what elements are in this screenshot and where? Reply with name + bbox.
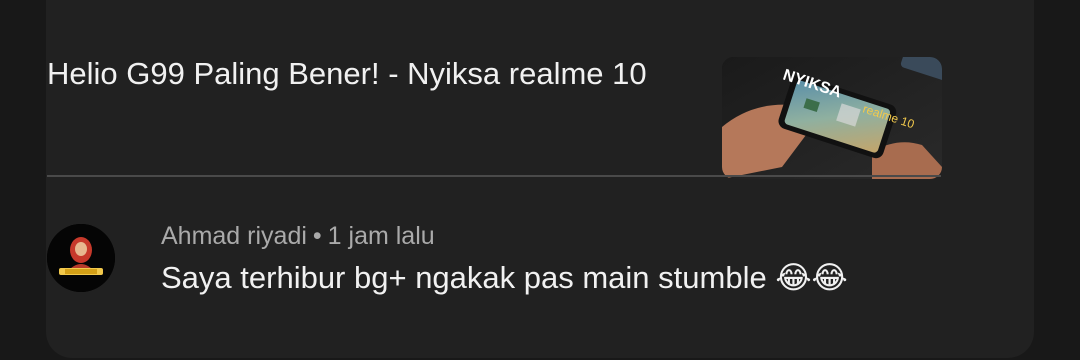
avatar[interactable] <box>47 224 115 292</box>
video-thumbnail[interactable]: NYIKSA realme 10 <box>722 57 942 179</box>
video-title[interactable]: Helio G99 Paling Bener! - Nyiksa realme … <box>47 52 687 95</box>
comment-item[interactable]: Ahmad riyadi • 1 jam lalu Saya terhibur bg… <box>47 222 947 304</box>
divider <box>47 175 941 177</box>
thumbnail-image: NYIKSA realme 10 <box>722 57 942 179</box>
comment-text: Saya terhibur bg+ ngakak pas main stumbl… <box>161 260 848 295</box>
comment-author[interactable]: Ahmad riyadi <box>161 222 307 250</box>
comment-meta: Ahmad riyadi • 1 jam lalu <box>161 220 435 252</box>
meta-separator: • <box>312 222 322 250</box>
avatar-image <box>47 224 115 292</box>
comment-timestamp: 1 jam lalu <box>327 222 435 250</box>
video-item[interactable]: Helio G99 Paling Bener! - Nyiksa realme … <box>47 52 942 182</box>
